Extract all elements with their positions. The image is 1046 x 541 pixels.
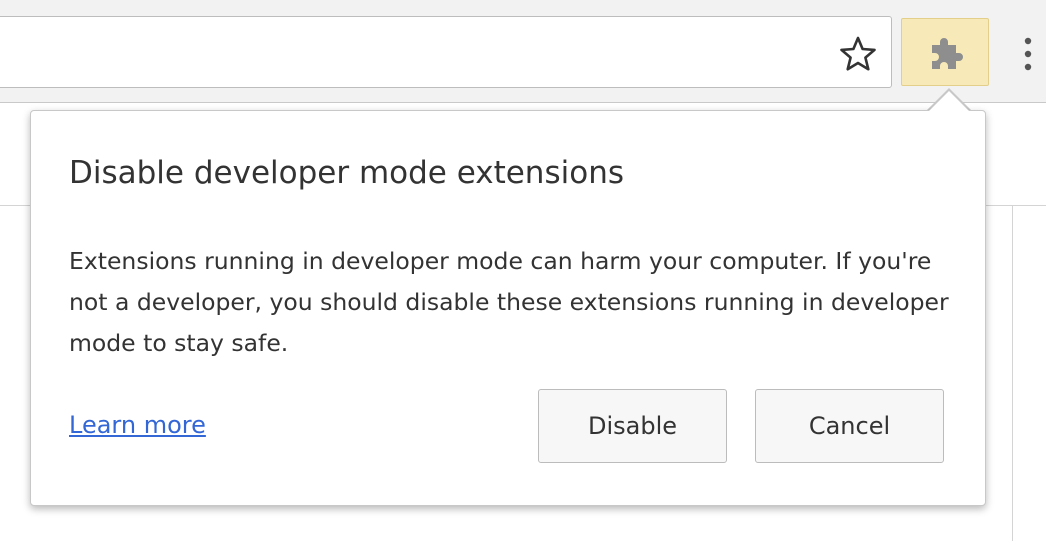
puzzle-piece-icon bbox=[932, 38, 963, 69]
browser-toolbar bbox=[0, 0, 1046, 103]
disable-button[interactable]: Disable bbox=[538, 389, 727, 463]
bubble-title: Disable developer mode extensions bbox=[69, 155, 624, 191]
more-vertical-icon[interactable] bbox=[1016, 30, 1040, 78]
bubble-arrow-fill bbox=[929, 91, 969, 111]
star-icon[interactable] bbox=[838, 34, 878, 74]
page-side-divider bbox=[1012, 205, 1013, 541]
learn-more-link[interactable]: Learn more bbox=[69, 411, 206, 439]
developer-mode-warning-bubble: Disable developer mode extensions Extens… bbox=[30, 110, 986, 506]
extension-button[interactable] bbox=[901, 18, 989, 86]
bubble-message: Extensions running in developer mode can… bbox=[69, 247, 949, 357]
address-bar[interactable] bbox=[0, 16, 892, 88]
cancel-button[interactable]: Cancel bbox=[755, 389, 944, 463]
